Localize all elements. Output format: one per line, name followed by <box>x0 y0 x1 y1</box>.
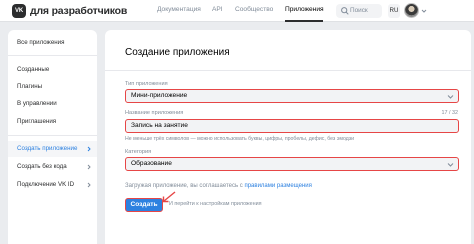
nav-active-underline <box>285 20 323 22</box>
chevron-down-icon <box>447 163 454 167</box>
page-title: Создание приложения <box>125 47 230 58</box>
top-bar: VK для разработчиков Документация API Со… <box>0 0 474 22</box>
sidebar-item-invites[interactable]: Приглашения <box>17 118 56 125</box>
category-label: Категория <box>125 149 152 155</box>
app-type-select[interactable]: Мини-приложение <box>125 89 459 103</box>
app-name-label: Название приложения <box>125 110 184 116</box>
chevron-right-icon <box>87 146 91 152</box>
search-icon <box>341 7 349 15</box>
vk-dev-logo[interactable]: VK для разработчиков <box>12 4 127 18</box>
nav-docs[interactable]: Документация <box>157 6 201 13</box>
terms-text: Загружая приложение, вы соглашаетесь с <box>125 183 245 189</box>
sidebar-item-created[interactable]: Созданные <box>17 66 49 73</box>
redirect-note: И перейти к настройкам приложения <box>169 201 262 207</box>
sidebar-item-create-app[interactable]: Создать приложение <box>17 145 77 152</box>
app-name-value: Запись на занятие <box>131 122 188 129</box>
vk-logo-icon: VK <box>12 4 26 18</box>
chevron-right-icon <box>87 182 91 188</box>
language-switch[interactable]: RU <box>388 4 400 18</box>
app-type-value: Мини-приложение <box>131 92 188 99</box>
sidebar: Все приложения Созданные Плагины В управ… <box>8 30 97 244</box>
chevron-down-icon[interactable] <box>421 8 427 14</box>
sidebar-divider <box>8 135 97 136</box>
logo-text: для разработчиков <box>30 5 128 17</box>
avatar[interactable] <box>404 3 419 18</box>
sidebar-item-plugins[interactable]: Плагины <box>17 83 42 90</box>
category-value: Образование <box>131 160 172 167</box>
category-select[interactable]: Образование <box>125 157 459 171</box>
create-app-form: Создание приложения Тип приложения Мини-… <box>105 30 471 244</box>
sidebar-item-all-apps[interactable]: Все приложения <box>17 39 65 46</box>
app-name-counter: 17 / 32 <box>441 110 459 116</box>
chevron-right-icon <box>87 164 91 170</box>
nav-apps[interactable]: Приложения <box>285 6 324 13</box>
chevron-down-icon <box>447 95 454 99</box>
sidebar-divider <box>8 55 97 56</box>
sidebar-item-create-no-code[interactable]: Создать без кода <box>17 163 67 170</box>
app-name-hint: Не меньше трёх символов — можно использо… <box>125 136 355 142</box>
sidebar-item-managed[interactable]: В управлении <box>17 100 57 107</box>
title-divider <box>105 70 471 71</box>
nav-api[interactable]: API <box>212 6 223 13</box>
app-type-label: Тип приложения <box>125 81 168 87</box>
terms-link[interactable]: правилами размещения <box>244 183 311 189</box>
search-box[interactable]: Поиск <box>336 4 382 18</box>
search-placeholder: Поиск <box>350 7 368 14</box>
app-name-input[interactable]: Запись на занятие <box>125 119 459 133</box>
terms-notice: Загружая приложение, вы соглашаетесь с п… <box>125 183 312 189</box>
sidebar-item-vk-id[interactable]: Подключение VK ID <box>17 181 74 188</box>
nav-community[interactable]: Сообщество <box>235 6 273 13</box>
create-button[interactable]: Создать <box>125 198 163 212</box>
